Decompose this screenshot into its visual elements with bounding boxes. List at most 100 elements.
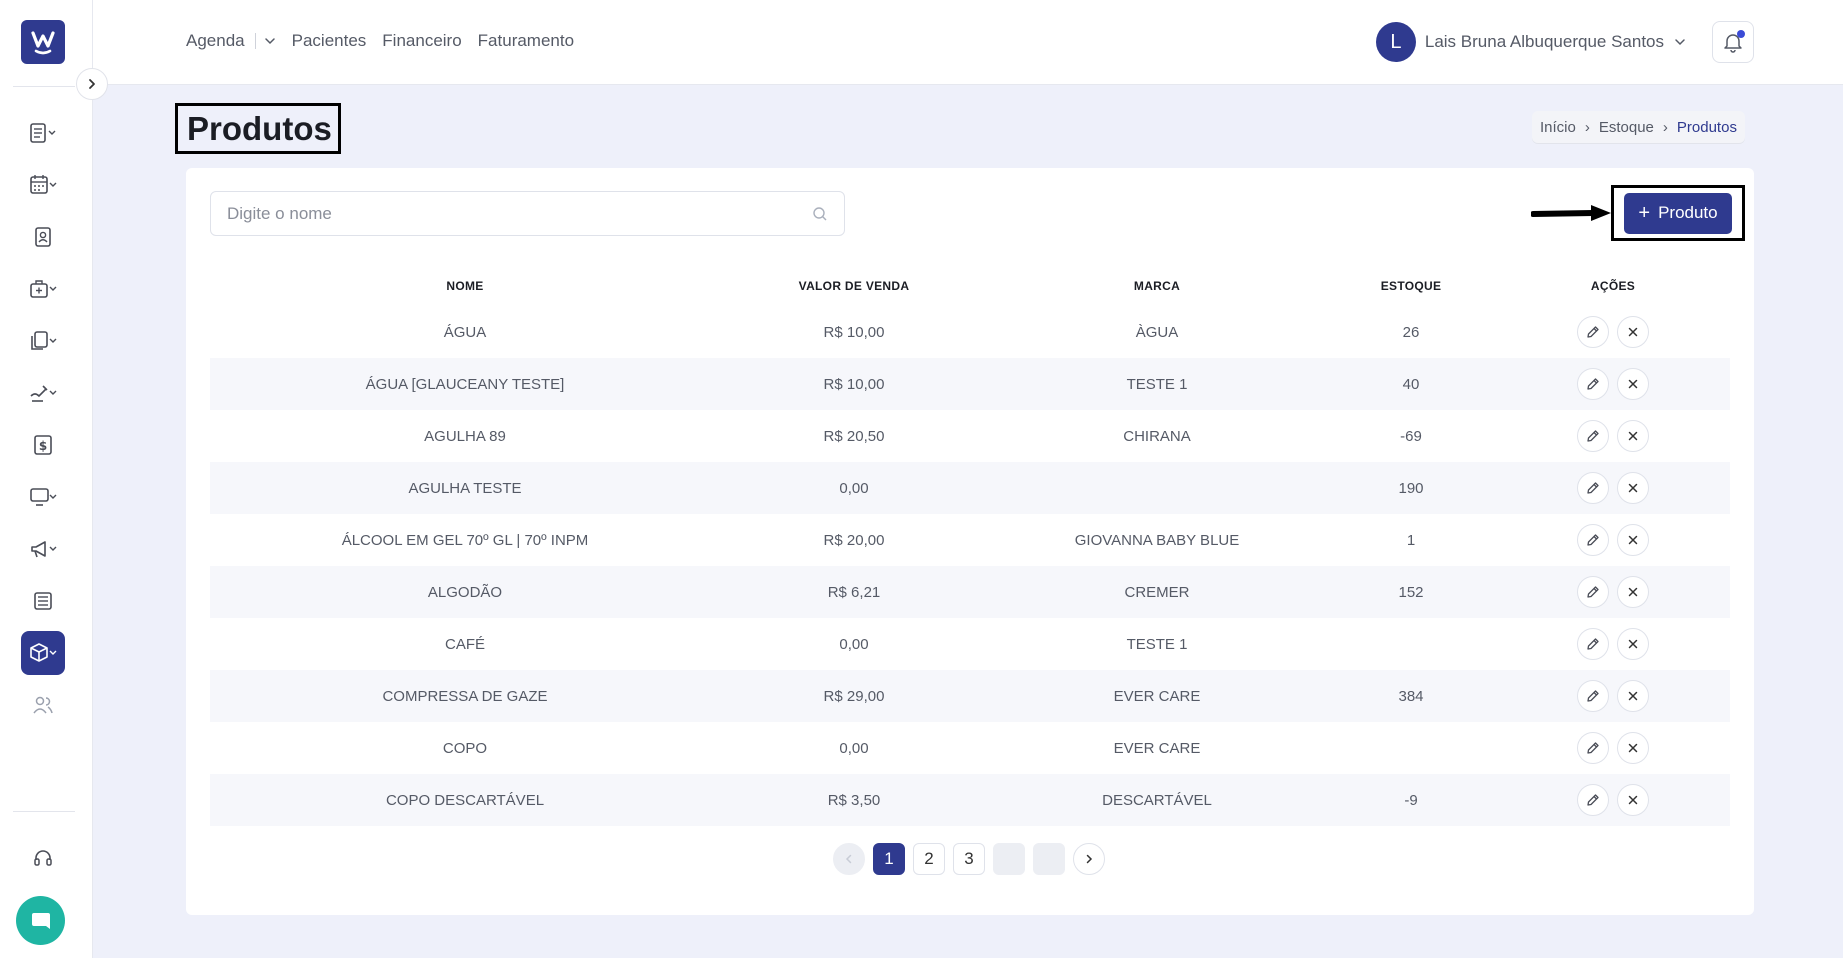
edit-button[interactable] [1577,368,1609,400]
cell-estoque: 26 [1402,323,1420,341]
cell-acoes [1496,566,1730,618]
cell-marca: TESTE 1 [988,358,1326,410]
cell-acoes [1496,358,1730,410]
agenda-dropdown-toggle[interactable] [264,35,276,47]
cell-estoque: -9 [1326,774,1496,826]
sidebar-item-suporte[interactable] [21,836,65,880]
cell-estoque: 190 [1326,462,1496,514]
cell-valor: R$ 20,50 [823,427,885,445]
edit-button[interactable] [1577,420,1609,452]
edit-button[interactable] [1577,472,1609,504]
delete-button[interactable] [1617,368,1649,400]
table-header-row: NOME VALOR DE VENDA MARCA ESTOQUE AÇÕES [210,266,1730,306]
headset-icon [34,850,52,866]
cell-marca: TESTE 1 [1126,635,1188,653]
delete-button[interactable] [1617,784,1649,816]
table-row: ÁLCOOL EM GEL 70º GL | 70º INPM R$ 20,00 G… [210,514,1730,566]
close-icon [1628,691,1638,701]
app-logo[interactable] [21,20,65,64]
nav-agenda[interactable]: Agenda [186,31,245,51]
row-actions [1496,784,1730,816]
column-header-marca[interactable]: MARCA [988,266,1326,306]
edit-button[interactable] [1577,628,1609,660]
sidebar-item-documentos[interactable] [21,319,65,363]
box-icon [30,643,57,662]
close-icon [1628,639,1638,649]
table-row: COMPRESSA DE GAZE R$ 29,00 EVER CARE 384 [210,670,1730,722]
delete-button[interactable] [1617,732,1649,764]
edit-button[interactable] [1577,732,1609,764]
megaphone-icon [31,541,57,558]
breadcrumb-estoque[interactable]: Estoque [1599,119,1654,136]
cell-marca: EVER CARE [1113,739,1201,757]
sidebar-divider [13,86,75,87]
nav-pacientes[interactable]: Pacientes [292,31,367,51]
table-row: AGULHA 89 R$ 20,50 CHIRANA -69 [210,410,1730,462]
page-1-button[interactable]: 1 [873,843,905,875]
sidebar-item-atendimento[interactable] [21,267,65,311]
sidebar-toggle-button[interactable] [76,68,108,100]
notifications-button[interactable] [1712,21,1754,63]
row-actions [1496,680,1730,712]
delete-button[interactable] [1617,524,1649,556]
chat-button[interactable] [16,896,65,945]
cell-marca: CHIRANA [1123,427,1191,445]
sidebar-item-agenda[interactable] [21,163,65,207]
delete-button[interactable] [1617,420,1649,452]
search-input[interactable] [227,203,812,224]
delete-button[interactable] [1617,316,1649,348]
breadcrumb-inicio[interactable]: Início [1540,119,1576,136]
sidebar-item-telemedicina[interactable] [21,475,65,519]
table-row: COPO 0,00 EVER CARE [210,722,1730,774]
page-title: Produtos [175,103,341,154]
nav-separator [254,33,256,49]
nav-faturamento[interactable]: Faturamento [478,31,574,51]
clipboard-list-icon [30,123,56,143]
delete-button[interactable] [1617,576,1649,608]
column-header-estoque[interactable]: ESTOQUE [1326,266,1496,306]
edit-button[interactable] [1577,316,1609,348]
edit-button[interactable] [1577,524,1609,556]
edit-button[interactable] [1577,784,1609,816]
prev-page-button[interactable] [833,843,865,875]
column-header-valor[interactable]: VALOR DE VENDA [720,266,988,306]
chevron-right-icon [89,79,95,89]
page-button[interactable] [993,843,1025,875]
table-body: ÁGUA R$ 10,00 ÀGUA 26 ÁGUA [GLAUCEANY TESTE]… [210,306,1730,826]
cell-acoes [1496,722,1730,774]
sidebar-item-usuarios[interactable] [21,683,65,727]
user-menu[interactable]: L Lais Bruna Albuquerque Santos [1375,22,1686,62]
documents-icon [31,331,57,350]
sidebar-item-estoque[interactable] [21,631,65,675]
sidebar-item-prontuario[interactable] [21,111,65,155]
chevron-right-icon: › [1662,118,1668,136]
page-3-button[interactable]: 3 [953,843,985,875]
sidebar-item-assinaturas[interactable] [21,371,65,415]
cell-valor: R$ 3,50 [720,774,988,826]
cell-estoque: 152 [1326,566,1496,618]
delete-button[interactable] [1617,472,1649,504]
page-2-button[interactable]: 2 [913,843,945,875]
row-actions [1496,576,1730,608]
cell-marca: ÀGUA [1135,323,1179,341]
row-actions [1496,524,1730,556]
column-header-nome[interactable]: NOME [210,266,720,306]
cell-acoes [1496,514,1730,566]
sidebar-item-marketing[interactable] [21,527,65,571]
nav-financeiro[interactable]: Financeiro [382,31,461,51]
news-icon [34,592,52,610]
sidebar-item-financeiro[interactable]: $ [21,423,65,467]
add-product-button[interactable]: + Produto [1624,192,1732,234]
pencil-icon [1587,794,1599,806]
edit-button[interactable] [1577,680,1609,712]
sidebar-item-pacientes[interactable] [21,215,65,259]
close-icon [1628,743,1638,753]
page-button[interactable] [1033,843,1065,875]
next-page-button[interactable] [1073,843,1105,875]
delete-button[interactable] [1617,628,1649,660]
delete-button[interactable] [1617,680,1649,712]
search-icon[interactable] [812,206,828,222]
edit-button[interactable] [1577,576,1609,608]
sidebar-item-relatorios[interactable] [21,579,65,623]
pagination: 1 2 3 [833,843,1105,875]
